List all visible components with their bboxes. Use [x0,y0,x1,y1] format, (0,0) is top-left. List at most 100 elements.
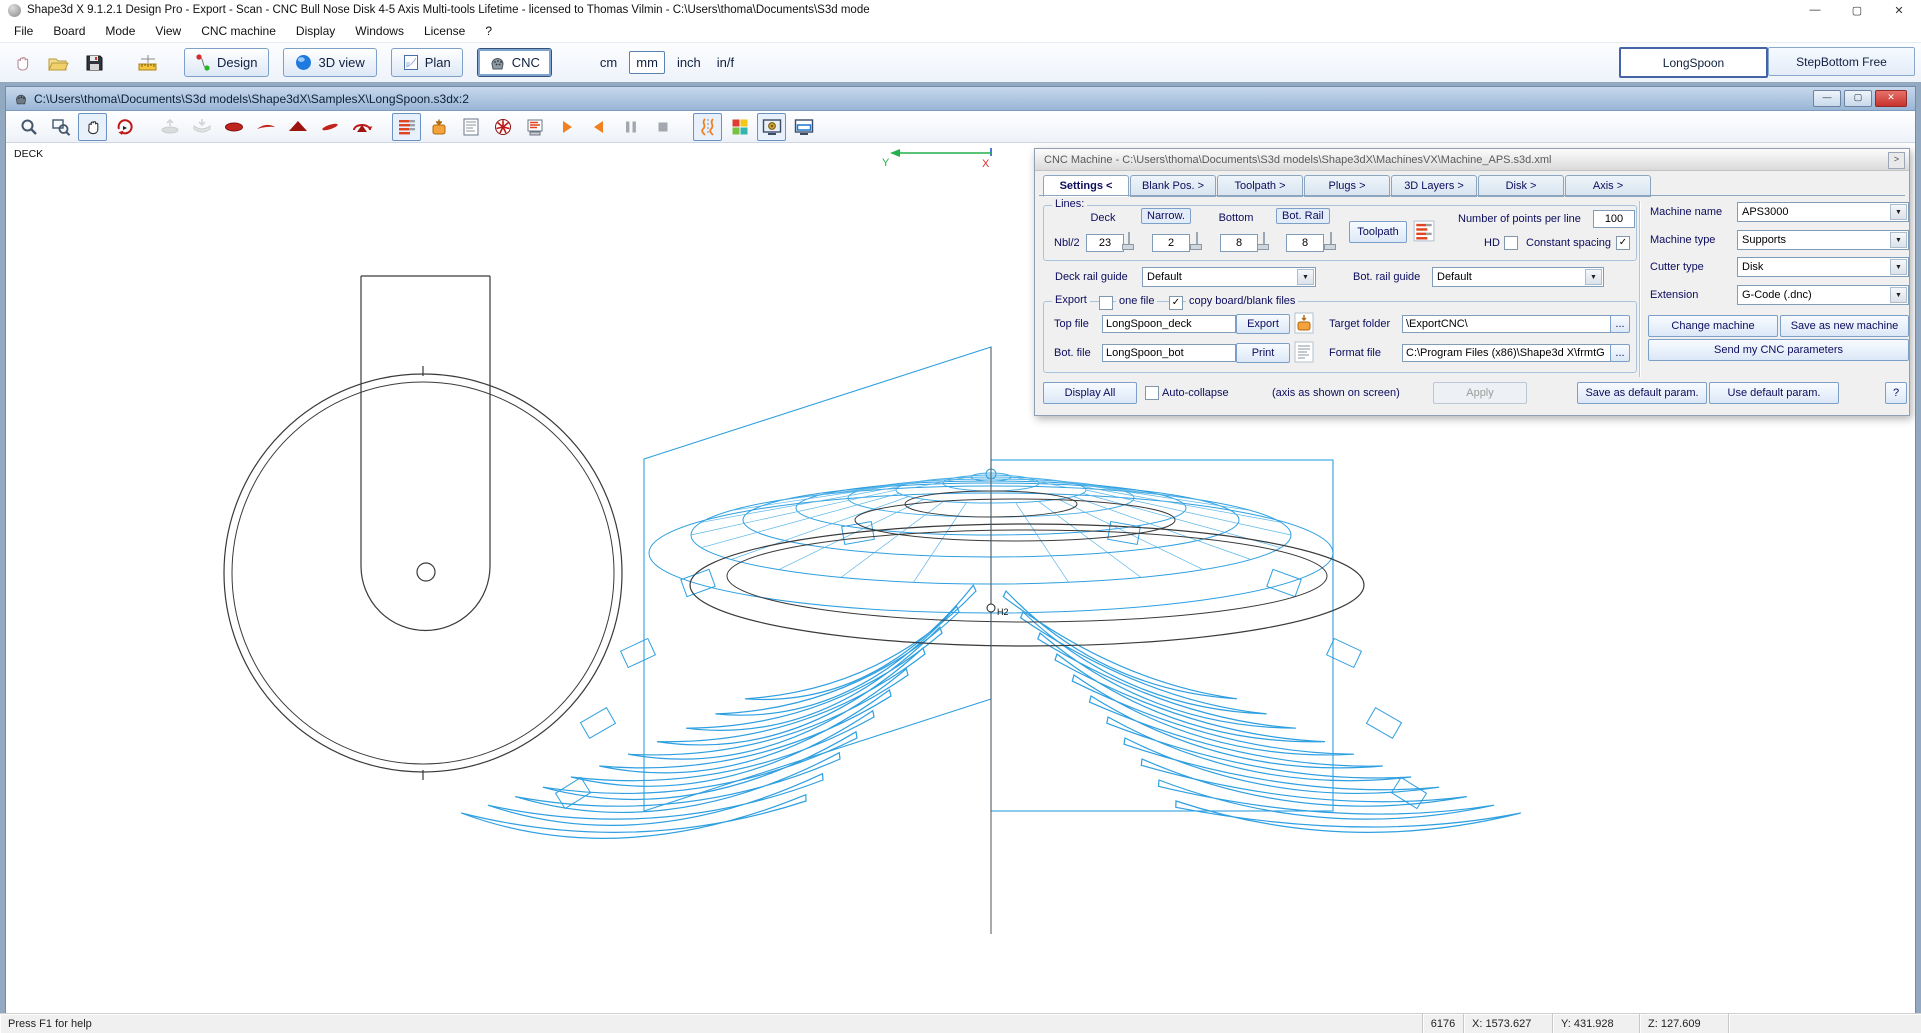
bot-file-input[interactable]: LongSpoon_bot [1102,344,1236,362]
board-flip-icon[interactable] [347,113,376,141]
format-browse-button[interactable]: ... [1610,344,1630,362]
save-icon[interactable] [78,48,110,78]
menu-help[interactable]: ? [475,21,502,41]
tab-plugs[interactable]: Plugs > [1304,175,1390,197]
deck-rail-guide-select[interactable]: Default ▼ [1142,267,1316,287]
tab-disk[interactable]: Disk > [1478,175,1564,197]
deck-lines-input[interactable]: 23 [1086,234,1124,252]
plan-button[interactable]: Plan [391,48,463,77]
gcode-file-icon[interactable] [456,113,485,141]
speed-dial-icon[interactable] [488,113,517,141]
stop-icon[interactable] [648,113,677,141]
print-button[interactable]: Print [1236,343,1290,363]
machine-type-select[interactable]: Supports ▼ [1737,230,1909,250]
hd-checkbox[interactable] [1504,236,1518,250]
color-layers-icon[interactable] [725,113,754,141]
blank-box-icon[interactable] [424,113,453,141]
tab-toolpath[interactable]: Toolpath > [1217,175,1303,197]
profile-stepbottom-button[interactable]: StepBottom Free [1768,47,1915,76]
panel-help-button[interactable]: ? [1885,382,1907,404]
side-curves-icon[interactable] [693,113,722,141]
document-titlebar[interactable]: C:\Users\thoma\Documents\S3d models\Shap… [6,87,1915,111]
rotate-view-icon[interactable] [110,113,139,141]
machine-view-icon[interactable] [757,113,786,141]
menu-view[interactable]: View [145,21,191,41]
play-forward-icon[interactable] [552,113,581,141]
doc-maximize-icon[interactable]: ▢ [1844,90,1872,107]
profile-longspoon-button[interactable]: LongSpoon [1619,47,1768,78]
use-default-param-button[interactable]: Use default param. [1709,382,1839,404]
unit-cm[interactable]: cm [600,55,617,70]
cnc-panel-titlebar[interactable]: CNC Machine - C:\Users\thoma\Documents\S… [1035,149,1909,171]
target-browse-button[interactable]: ... [1610,315,1630,333]
one-file-checkbox[interactable] [1099,296,1113,310]
botrail-lines-input[interactable]: 8 [1286,234,1324,252]
select-hand-icon[interactable] [6,48,38,78]
menu-file[interactable]: File [4,21,43,41]
extension-arrow-icon[interactable]: ▼ [1890,287,1907,303]
maximize-icon[interactable]: ▢ [1851,4,1863,17]
display-all-button[interactable]: Display All [1043,382,1137,404]
bot-rail-guide-arrow-icon[interactable]: ▼ [1585,269,1602,285]
dimensions-icon[interactable] [132,48,164,78]
board-rocker-icon[interactable] [251,113,280,141]
board-rail-icon[interactable] [315,113,344,141]
machine-type-arrow-icon[interactable]: ▼ [1890,232,1907,248]
constant-spacing-checkbox[interactable]: ✓ [1616,236,1630,250]
unit-mm[interactable]: mm [629,51,665,74]
tab-3d-layers[interactable]: 3D Layers > [1391,175,1477,197]
close-icon[interactable]: ✕ [1893,4,1905,17]
panel-collapse-button[interactable]: > [1888,152,1905,169]
export-blank-icon[interactable] [1294,311,1314,338]
botrail-lines-slider[interactable] [1324,232,1338,250]
board-thickness-icon[interactable] [283,113,312,141]
menu-board[interactable]: Board [43,21,95,41]
tab-axis[interactable]: Axis > [1565,175,1651,197]
machine-name-select[interactable]: APS3000 ▼ [1737,202,1909,222]
botrail-lines-toggle[interactable]: Bot. Rail [1276,208,1330,224]
zoom-window-icon[interactable] [46,113,75,141]
pan-hand-icon[interactable] [78,113,107,141]
save-new-machine-button[interactable]: Save as new machine [1780,315,1909,337]
fullscreen-view-icon[interactable] [789,113,818,141]
pause-icon[interactable] [616,113,645,141]
doc-minimize-icon[interactable]: — [1813,90,1841,107]
cutter-type-select[interactable]: Disk ▼ [1737,257,1909,277]
doc-close-icon[interactable]: ✕ [1875,90,1907,107]
auto-collapse-checkbox[interactable] [1145,386,1159,400]
menu-cnc-machine[interactable]: CNC machine [191,21,286,41]
change-machine-button[interactable]: Change machine [1648,315,1778,337]
print-doc-icon[interactable] [1294,340,1314,367]
menu-license[interactable]: License [414,21,475,41]
menu-display[interactable]: Display [286,21,345,41]
points-per-line-input[interactable]: 100 [1593,210,1635,228]
save-default-param-button[interactable]: Save as default param. [1577,382,1707,404]
deck-lines-slider[interactable] [1122,232,1136,250]
tab-settings[interactable]: Settings < [1043,175,1129,197]
copy-files-checkbox[interactable]: ✓ [1169,296,1183,310]
toolpath-lines-icon[interactable] [392,113,421,141]
deck-rail-guide-arrow-icon[interactable]: ▼ [1297,269,1314,285]
machine-name-arrow-icon[interactable]: ▼ [1890,204,1907,220]
cnc-button[interactable]: CNC [477,48,552,77]
drawing-canvas[interactable]: YXH2DECK CNC Machine - C:\Users\thoma\Do… [6,143,1915,1013]
narrow-lines-slider[interactable] [1190,232,1204,250]
narrow-lines-input[interactable]: 2 [1152,234,1190,252]
play-backward-icon[interactable] [584,113,613,141]
zoom-icon[interactable] [14,113,43,141]
format-file-input[interactable]: C:\Program Files (x86)\Shape3d X\frmtG [1402,344,1612,362]
open-folder-icon[interactable] [42,48,74,78]
send-cnc-parameters-button[interactable]: Send my CNC parameters [1648,339,1909,361]
target-folder-input[interactable]: \ExportCNC\ [1402,315,1612,333]
extension-select[interactable]: G-Code (.dnc) ▼ [1737,285,1909,305]
bot-rail-guide-select[interactable]: Default ▼ [1432,267,1604,287]
tab-blank-pos[interactable]: Blank Pos. > [1130,175,1216,197]
bottom-lines-input[interactable]: 8 [1220,234,1258,252]
toolpath-lines-mini-icon[interactable] [1413,219,1435,246]
unit-inch[interactable]: inch [677,55,701,70]
unit-inf[interactable]: in/f [717,55,734,70]
narrow-lines-toggle[interactable]: Narrow. [1141,208,1191,224]
cutter-type-arrow-icon[interactable]: ▼ [1890,259,1907,275]
toolpath-preview-icon[interactable] [520,113,549,141]
apply-button[interactable]: Apply [1433,382,1527,404]
